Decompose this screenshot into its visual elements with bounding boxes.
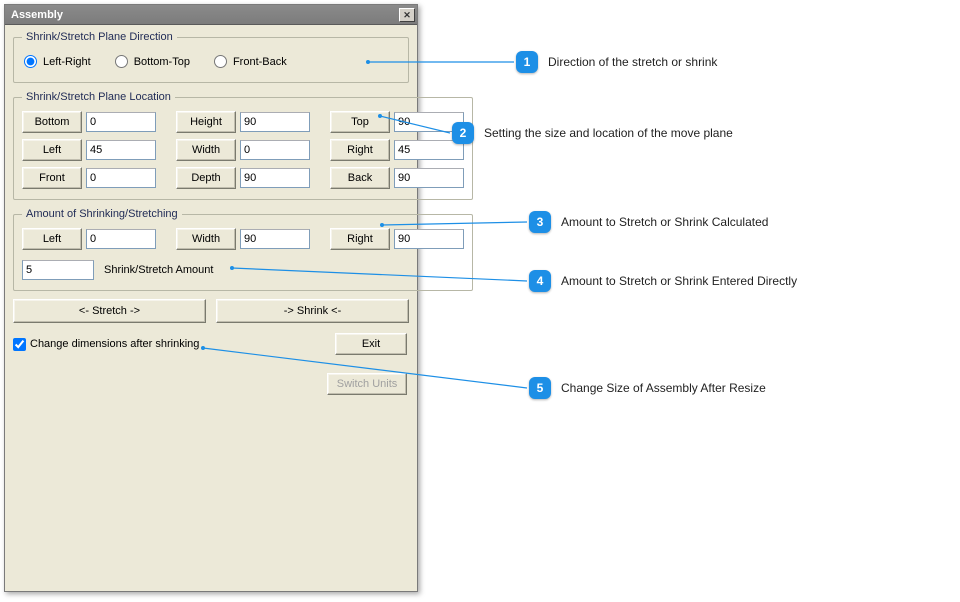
callout-5-badge: 5 [529, 377, 551, 399]
close-icon[interactable]: ✕ [399, 8, 415, 22]
change-dims-checkbox[interactable]: Change dimensions after shrinking [13, 338, 199, 351]
front-input[interactable] [86, 168, 156, 188]
bottom-button[interactable]: Bottom [22, 111, 82, 133]
shrink-amount-input[interactable] [22, 260, 94, 280]
callout-3-text: Amount to Stretch or Shrink Calculated [561, 215, 768, 229]
bottom-input[interactable] [86, 112, 156, 132]
radio-front-back-input[interactable] [214, 55, 227, 68]
amount-width-button[interactable]: Width [176, 228, 236, 250]
shrink-button[interactable]: -> Shrink <- [216, 299, 409, 323]
callout-3-badge: 3 [529, 211, 551, 233]
amount-legend: Amount of Shrinking/Stretching [22, 208, 182, 220]
callout-3: 3 Amount to Stretch or Shrink Calculated [529, 211, 768, 233]
stretch-button[interactable]: <- Stretch -> [13, 299, 206, 323]
amount-group: Amount of Shrinking/Stretching Left Widt… [13, 208, 473, 291]
right-button[interactable]: Right [330, 139, 390, 161]
location-legend: Shrink/Stretch Plane Location [22, 91, 175, 103]
callout-4: 4 Amount to Stretch or Shrink Entered Di… [529, 270, 797, 292]
callout-1-badge: 1 [516, 51, 538, 73]
radio-bottom-top[interactable]: Bottom-Top [115, 55, 190, 68]
callout-5-text: Change Size of Assembly After Resize [561, 381, 766, 395]
callout-4-text: Amount to Stretch or Shrink Entered Dire… [561, 274, 797, 288]
height-button[interactable]: Height [176, 111, 236, 133]
amount-width-input[interactable] [240, 229, 310, 249]
callout-1-text: Direction of the stretch or shrink [548, 55, 717, 69]
switch-units-button[interactable]: Switch Units [327, 373, 407, 395]
location-group: Shrink/Stretch Plane Location Bottom Hei… [13, 91, 473, 200]
window-title: Assembly [11, 9, 63, 21]
callout-2-text: Setting the size and location of the mov… [484, 126, 733, 140]
left-button[interactable]: Left [22, 139, 82, 161]
radio-front-back-label: Front-Back [233, 56, 287, 68]
exit-button[interactable]: Exit [335, 333, 407, 355]
radio-left-right-label: Left-Right [43, 56, 91, 68]
callout-2: 2 Setting the size and location of the m… [452, 122, 733, 144]
direction-legend: Shrink/Stretch Plane Direction [22, 31, 177, 43]
callout-4-badge: 4 [529, 270, 551, 292]
amount-right-input[interactable] [394, 229, 464, 249]
width-button[interactable]: Width [176, 139, 236, 161]
radio-bottom-top-input[interactable] [115, 55, 128, 68]
height-input[interactable] [240, 112, 310, 132]
change-dims-label: Change dimensions after shrinking [30, 338, 199, 350]
shrink-amount-label: Shrink/Stretch Amount [104, 264, 213, 276]
top-button[interactable]: Top [330, 111, 390, 133]
titlebar: Assembly ✕ [5, 5, 417, 25]
back-input[interactable] [394, 168, 464, 188]
change-dims-input[interactable] [13, 338, 26, 351]
depth-input[interactable] [240, 168, 310, 188]
callout-2-badge: 2 [452, 122, 474, 144]
callout-1: 1 Direction of the stretch or shrink [516, 51, 717, 73]
left-input[interactable] [86, 140, 156, 160]
radio-left-right[interactable]: Left-Right [24, 55, 91, 68]
callout-5: 5 Change Size of Assembly After Resize [529, 377, 766, 399]
amount-left-button[interactable]: Left [22, 228, 82, 250]
assembly-dialog: Assembly ✕ Shrink/Stretch Plane Directio… [4, 4, 418, 592]
back-button[interactable]: Back [330, 167, 390, 189]
dialog-content: Shrink/Stretch Plane Direction Left-Righ… [5, 25, 417, 401]
front-button[interactable]: Front [22, 167, 82, 189]
amount-left-input[interactable] [86, 229, 156, 249]
amount-right-button[interactable]: Right [330, 228, 390, 250]
radio-front-back[interactable]: Front-Back [214, 55, 287, 68]
width-input[interactable] [240, 140, 310, 160]
depth-button[interactable]: Depth [176, 167, 236, 189]
radio-bottom-top-label: Bottom-Top [134, 56, 190, 68]
radio-left-right-input[interactable] [24, 55, 37, 68]
direction-group: Shrink/Stretch Plane Direction Left-Righ… [13, 31, 409, 83]
